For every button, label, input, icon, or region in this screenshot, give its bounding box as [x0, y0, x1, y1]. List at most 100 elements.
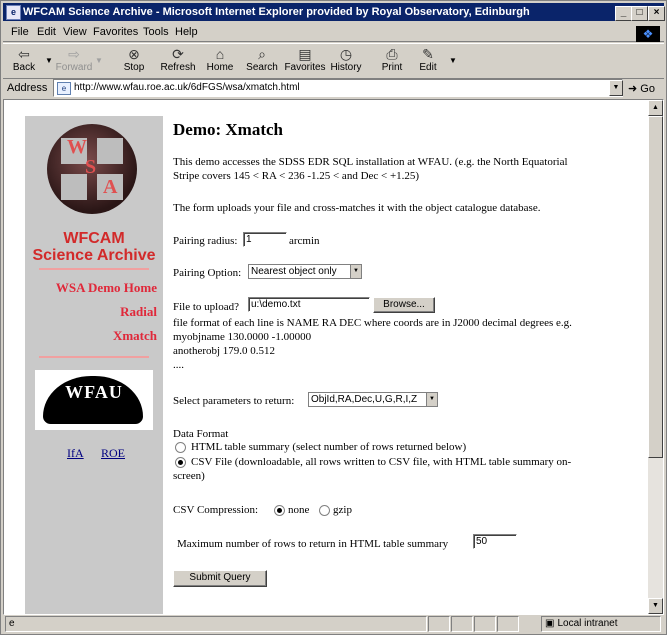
favorites-label: Favorites: [284, 62, 326, 73]
file-upload-input[interactable]: u:\demo.txt: [248, 297, 370, 312]
sidebar-link-xmatch[interactable]: Xmatch: [113, 328, 157, 344]
sidebar-link-radial[interactable]: Radial: [120, 304, 157, 320]
go-label: Go: [640, 83, 655, 95]
print-label: Print: [381, 62, 403, 73]
compression-none-radio[interactable]: [274, 505, 285, 516]
select-parameters-label: Select parameters to return:: [173, 395, 295, 407]
print-icon: ⎙: [386, 46, 398, 62]
format-html-label: HTML table summary (select number of row…: [191, 441, 467, 453]
edit-button[interactable]: ✎ Edit: [409, 46, 447, 76]
edit-icon: ✎: [422, 46, 434, 62]
wsa-logo: W S A: [47, 124, 137, 214]
format-csv-radio[interactable]: [175, 457, 186, 468]
forward-label: Forward: [55, 62, 93, 73]
max-rows-input[interactable]: 50: [473, 534, 517, 549]
menu-tools[interactable]: Tools: [143, 26, 169, 38]
example-line-3: ....: [173, 359, 184, 371]
title-bar: e WFCAM Science Archive - Microsoft Inte…: [3, 3, 665, 21]
maximize-button[interactable]: □: [631, 6, 648, 21]
file-upload-label: File to upload?: [173, 301, 239, 313]
scroll-down-icon[interactable]: ▼: [648, 598, 663, 614]
history-icon: ◷: [339, 46, 353, 62]
wfau-logo[interactable]: WFAU: [35, 370, 153, 430]
history-button[interactable]: ◷ History: [327, 46, 365, 76]
menu-bar: File Edit View Favorites Tools Help ❖: [3, 23, 664, 42]
search-button[interactable]: ⌕ Search: [243, 46, 281, 76]
edit-dropdown-icon[interactable]: ▼: [449, 56, 457, 65]
submit-query-button[interactable]: Submit Query: [173, 570, 267, 587]
close-button[interactable]: ×: [648, 6, 665, 21]
refresh-button[interactable]: ⟳ Refresh: [159, 46, 197, 76]
status-bar: e ▣ Local intranet: [3, 615, 664, 632]
stop-button[interactable]: ⊗ Stop: [115, 46, 153, 76]
forward-button[interactable]: ⇨ Forward: [55, 46, 93, 76]
menu-view[interactable]: View: [63, 26, 87, 38]
print-button[interactable]: ⎙ Print: [373, 46, 411, 76]
pairing-option-value: Nearest object only: [251, 266, 337, 277]
logo-letter-a: A: [103, 176, 118, 198]
address-bar: Address e http://www.wfau.roe.ac.uk/6dFGS…: [3, 79, 664, 97]
parameters-value: ObjId,RA,Dec,U,G,R,I,Z: [311, 394, 418, 405]
back-arrow-icon: ⇦: [18, 46, 30, 62]
csv-compression-label: CSV Compression:: [173, 504, 259, 516]
compression-gzip-label: gzip: [333, 504, 352, 516]
sidebar-title-line2: Science Archive: [32, 247, 156, 264]
address-dropdown-icon[interactable]: ▼: [609, 80, 623, 96]
pairing-radius-input[interactable]: 1: [243, 232, 287, 247]
scrollbar-thumb[interactable]: [648, 116, 663, 458]
toolbar: ⇦ Back ▼ ⇨ Forward ▼ ⊗ Stop ⟳ Refresh ⌂ …: [3, 43, 664, 79]
favorites-icon: ▤: [298, 46, 312, 62]
minimize-button[interactable]: _: [615, 6, 632, 21]
address-url: http://www.wfau.roe.ac.uk/6dFGS/wsa/xmat…: [74, 82, 300, 93]
example-line-2: anotherobj 179.0 0.512: [173, 345, 276, 357]
menu-help[interactable]: Help: [175, 26, 198, 38]
menu-favorites[interactable]: Favorites: [93, 26, 138, 38]
zone-label: Local intranet: [557, 618, 618, 629]
back-dropdown-icon[interactable]: ▼: [45, 56, 53, 65]
status-zone: ▣ Local intranet: [541, 616, 661, 632]
link-ifa[interactable]: IfA: [67, 446, 84, 461]
address-input[interactable]: e http://www.wfau.roe.ac.uk/6dFGS/wsa/xma…: [53, 79, 623, 97]
stop-label: Stop: [123, 62, 145, 73]
vertical-scrollbar[interactable]: ▲ ▼: [648, 100, 663, 614]
link-roe[interactable]: ROE: [101, 446, 125, 461]
logo-letter-s: S: [85, 156, 97, 178]
scroll-up-icon[interactable]: ▲: [648, 100, 663, 116]
favorites-button[interactable]: ▤ Favorites: [283, 46, 327, 76]
menu-edit[interactable]: Edit: [37, 26, 56, 38]
parameters-select[interactable]: ObjId,RA,Dec,U,G,R,I,Z ▼: [308, 392, 438, 407]
search-label: Search: [246, 62, 278, 73]
page-title: Demo: Xmatch: [173, 120, 283, 139]
file-format-description: file format of each line is NAME RA DEC …: [173, 317, 572, 329]
format-html-radio[interactable]: [175, 442, 186, 453]
refresh-icon: ⟳: [172, 46, 184, 62]
pairing-option-select[interactable]: Nearest object only ▼: [248, 264, 362, 279]
pairing-radius-unit: arcmin: [289, 235, 320, 247]
logo-letter-w: W: [67, 136, 87, 158]
forward-dropdown-icon[interactable]: ▼: [95, 56, 103, 65]
sidebar-divider-2: [39, 356, 149, 358]
pairing-option-label: Pairing Option:: [173, 267, 242, 279]
status-cell-4: [497, 616, 519, 632]
home-label: Home: [206, 62, 234, 73]
page-done-icon: e: [9, 618, 15, 629]
edit-label: Edit: [419, 62, 437, 73]
go-button[interactable]: ➜ Go: [628, 82, 655, 95]
sidebar-title-line1: WFCAM: [63, 230, 125, 247]
search-icon: ⌕: [258, 46, 266, 62]
back-button[interactable]: ⇦ Back: [5, 46, 43, 76]
ie-app-icon: e: [6, 5, 21, 20]
browse-button[interactable]: Browse...: [373, 297, 435, 313]
sidebar-link-demo-home[interactable]: WSA Demo Home: [56, 280, 157, 296]
window-title: WFCAM Science Archive - Microsoft Intern…: [23, 6, 530, 18]
browser-window: e WFCAM Science Archive - Microsoft Inte…: [0, 0, 667, 635]
home-button[interactable]: ⌂ Home: [201, 46, 239, 76]
format-csv-label-line1: CSV File (downloadable, all rows written…: [191, 456, 572, 468]
address-label: Address: [7, 82, 48, 94]
data-format-label: Data Format: [173, 428, 229, 440]
max-rows-label: Maximum number of rows to return in HTML…: [177, 538, 449, 550]
menu-file[interactable]: File: [11, 26, 29, 38]
status-cell-2: [451, 616, 473, 632]
compression-gzip-radio[interactable]: [319, 505, 330, 516]
history-label: History: [330, 62, 362, 73]
